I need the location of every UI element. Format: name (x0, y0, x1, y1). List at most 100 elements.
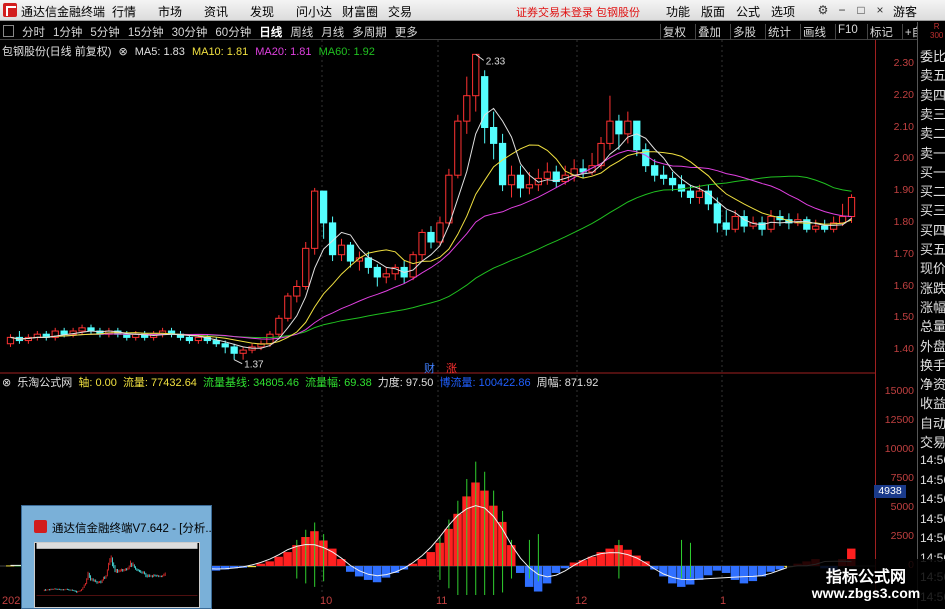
quote-field-label[interactable]: 买一 (920, 162, 945, 181)
candle-body (212, 340, 220, 345)
quote-field-label[interactable]: 卖二 (920, 123, 945, 142)
chart-title: 包钢股份(日线 前复权) (2, 46, 112, 58)
close-icon[interactable]: × (872, 2, 888, 18)
menu-item-trade[interactable]: 交易 (388, 3, 434, 20)
candle-body (713, 203, 721, 224)
tab-60min[interactable]: 60分钟 (215, 24, 251, 40)
menu-item-functions[interactable]: 功能 (666, 3, 690, 20)
date-tick: 202 (2, 595, 21, 607)
guest-label[interactable]: 游客 (893, 3, 917, 20)
watermark-title: 指标公式网 (825, 569, 906, 586)
tab-monthly[interactable]: 月线 (321, 24, 344, 40)
panel-toggle-icon[interactable] (3, 25, 14, 37)
flow-bar (211, 566, 221, 571)
menu-item-discover[interactable]: 发现 (250, 3, 296, 20)
quote-field-label[interactable]: 委比 (920, 46, 945, 65)
candle-body (498, 142, 507, 186)
settings-icon[interactable]: ⊗ (2, 377, 11, 389)
quote-field-label[interactable]: 净资 (920, 374, 945, 393)
menu-item-options[interactable]: 选项 (771, 3, 795, 20)
quote-field-label[interactable]: 卖五 (920, 65, 945, 84)
gear-icon[interactable]: ⚙ (815, 2, 831, 18)
quote-field-label[interactable]: 收益 (920, 393, 945, 412)
settings-icon[interactable]: ⊗ (118, 46, 127, 58)
taskbar-preview-popup[interactable]: 通达信金融终端V7.642 - [分析... (21, 505, 215, 609)
ma20-value: MA20: 1.81 (255, 46, 312, 58)
candle-body (660, 174, 668, 179)
date-tick: 12 (575, 595, 588, 607)
flow-bar (578, 560, 588, 566)
menu-item-ask[interactable]: 问小达 (296, 3, 342, 20)
quote-field-label[interactable]: 买五 (920, 239, 945, 258)
period-tabs: 分时 1分钟 5分钟 15分钟 30分钟 60分钟 日线 周线 月线 多周期 更… (22, 24, 426, 40)
tab-weekly[interactable]: 周线 (290, 24, 313, 40)
period-toolbar: 分时 1分钟 5分钟 15分钟 30分钟 60分钟 日线 周线 月线 多周期 更… (0, 22, 945, 40)
flow-bar (417, 559, 427, 566)
candle-body (337, 244, 346, 256)
volume-tick: 15000 (884, 385, 914, 397)
tab-daily[interactable]: 日线 (259, 24, 282, 40)
quote-field-label[interactable]: 卖四 (920, 85, 945, 104)
tab-more[interactable]: 更多 (395, 24, 418, 40)
mark-button[interactable]: 标记 (866, 24, 895, 40)
statistics-button[interactable]: 统计 (765, 24, 793, 40)
quote-field-label[interactable]: 涨幅 (920, 297, 945, 316)
candle-body (624, 120, 632, 135)
minimize-icon[interactable]: − (834, 2, 850, 18)
flow-bar (623, 549, 632, 566)
maximize-icon[interactable]: □ (853, 2, 869, 18)
candle-body (239, 349, 247, 354)
flow-bar (247, 566, 257, 568)
candle-body (606, 120, 614, 144)
tab-5min[interactable]: 5分钟 (90, 24, 119, 40)
candle-body (284, 295, 292, 319)
quote-field-label[interactable]: 外盘 (920, 336, 945, 355)
quote-field-label[interactable]: 现价 (920, 258, 945, 277)
ma60-line (10, 175, 852, 340)
tab-30min[interactable]: 30分钟 (172, 24, 208, 40)
volume-tick: 12500 (884, 414, 914, 426)
quote-field-label[interactable]: 交易 (920, 432, 945, 451)
menu-item-wealth[interactable]: 财富圈 (342, 3, 388, 20)
trade-time: 14:56 (920, 492, 945, 506)
quote-field-label[interactable]: 买四 (920, 220, 945, 239)
tab-intraday[interactable]: 分时 (22, 24, 45, 40)
tab-1min[interactable]: 1分钟 (53, 24, 82, 40)
quote-field-label[interactable]: 总量 (920, 316, 945, 335)
quote-field-label[interactable]: 卖一 (920, 143, 945, 162)
quote-field-label[interactable]: 买三 (920, 200, 945, 219)
candle-body (275, 317, 283, 335)
low-price-label: 1.37 (244, 360, 264, 371)
menu-item-news[interactable]: 资讯 (204, 3, 250, 20)
quote-field-label[interactable]: 自动 (920, 413, 945, 432)
tab-multi-period[interactable]: 多周期 (352, 24, 387, 40)
draw-line-button[interactable]: 画线 (800, 24, 828, 40)
f10-button[interactable]: F10 (835, 24, 860, 40)
date-tick: 11 (436, 595, 448, 607)
candle-body (78, 327, 86, 332)
menu-item-quotes[interactable]: 行情 (112, 3, 158, 20)
quote-field-label[interactable]: 卖三 (920, 104, 945, 123)
menu-item-formula[interactable]: 公式 (736, 3, 760, 20)
restore-rights-button[interactable]: 复权 (660, 24, 688, 40)
candle-body (463, 95, 471, 122)
quote-field-label[interactable]: 换手 (920, 355, 945, 374)
price-tick: 1.40 (893, 343, 914, 356)
quote-field-label[interactable]: 涨跌 (920, 278, 945, 297)
ma5-value: MA5: 1.83 (134, 46, 185, 58)
menu-item-market[interactable]: 市场 (158, 3, 204, 20)
preview-thumbnail[interactable] (34, 542, 200, 608)
quote-field-label[interactable]: 买二 (920, 181, 945, 200)
flow-bar (372, 566, 382, 583)
multi-stock-button[interactable]: 多股 (730, 24, 758, 40)
overlay-button[interactable]: 叠加 (695, 24, 723, 40)
login-status[interactable]: 证券交易未登录 包钢股份 (516, 4, 640, 20)
price-tick: 1.90 (893, 184, 914, 197)
candle-body (221, 343, 229, 348)
menu-item-layout[interactable]: 版面 (701, 3, 725, 20)
candle-body (731, 216, 739, 230)
quote-side-panel: R 300 委比 卖五 卖四 卖三 卖二 卖一 买一 买二 买三 买四 买五 现价 涨跌 涨幅 总量 外盘 换手净… (917, 22, 945, 609)
candle-body (490, 127, 498, 144)
tab-15min[interactable]: 15分钟 (128, 24, 164, 40)
candle-body (302, 247, 310, 287)
